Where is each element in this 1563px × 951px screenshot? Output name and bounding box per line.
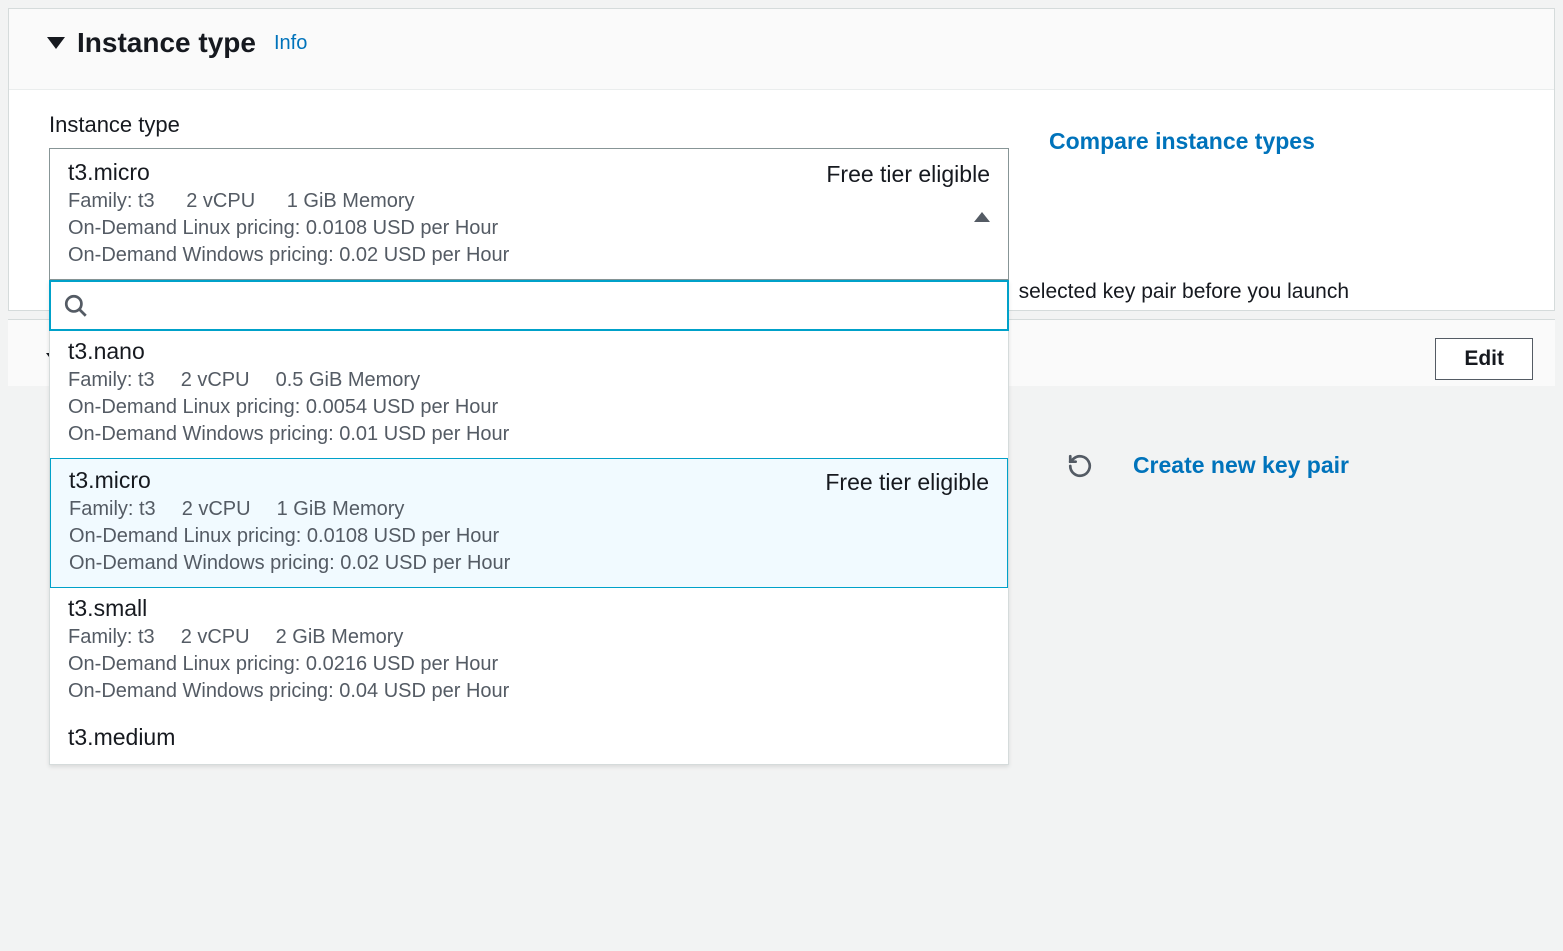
selected-right: Free tier eligible: [826, 159, 990, 222]
instance-type-header: Instance type Info: [9, 9, 1554, 90]
option-name: t3.nano: [68, 338, 990, 365]
selected-instance-summary: t3.micro Family: t3 2 vCPU 1 GiB Memory …: [68, 159, 826, 269]
instance-type-body: Instance type t3.micro Family: t3 2 vCPU…: [9, 90, 1554, 310]
keypair-hint-partial: selected key pair before you launch: [1019, 280, 1349, 304]
selected-memory: 1 GiB Memory: [287, 190, 415, 212]
section-title: Instance type: [77, 27, 256, 59]
keypair-actions: Create new key pair: [1067, 452, 1349, 479]
instance-type-field: Instance type t3.micro Family: t3 2 vCPU…: [49, 112, 1009, 280]
create-key-pair-link[interactable]: Create new key pair: [1133, 452, 1349, 479]
selected-pricing: On-Demand Linux pricing: 0.0108 USD per …: [68, 215, 826, 269]
instance-option-t3-micro[interactable]: t3.microFamily: t32 vCPU1 GiB MemoryOn-D…: [50, 458, 1008, 588]
instance-option-t3-medium[interactable]: t3.medium: [50, 716, 1008, 764]
dropdown-search-row: [49, 280, 1009, 331]
field-label: Instance type: [49, 112, 1009, 138]
chevron-up-icon: [974, 212, 990, 222]
option-details: Family: t32 vCPU2 GiB MemoryOn-Demand Li…: [68, 624, 990, 705]
instance-option-t3-small[interactable]: t3.smallFamily: t32 vCPU2 GiB MemoryOn-D…: [50, 587, 1008, 716]
edit-button[interactable]: Edit: [1435, 338, 1533, 380]
selected-linux-pricing: On-Demand Linux pricing: 0.0108 USD per …: [68, 215, 826, 242]
selected-instance-name: t3.micro: [68, 159, 826, 186]
instance-type-select[interactable]: t3.micro Family: t3 2 vCPU 1 GiB Memory …: [49, 148, 1009, 280]
free-tier-badge: Free tier eligible: [826, 161, 990, 188]
refresh-icon[interactable]: [1067, 453, 1093, 479]
dropdown-options-list: t3.nanoFamily: t32 vCPU0.5 GiB MemoryOn-…: [50, 330, 1008, 764]
option-free-tier-badge: Free tier eligible: [825, 467, 989, 496]
selected-family: Family: t3: [68, 190, 155, 212]
instance-type-dropdown: t3.nanoFamily: t32 vCPU0.5 GiB MemoryOn-…: [49, 280, 1009, 765]
option-details: Family: t32 vCPU0.5 GiB MemoryOn-Demand …: [68, 367, 990, 448]
dropdown-search-input[interactable]: [99, 288, 995, 323]
option-details: Family: t32 vCPU1 GiB MemoryOn-Demand Li…: [69, 496, 825, 577]
selected-vcpu: 2 vCPU: [186, 190, 255, 212]
instance-type-panel: Instance type Info Instance type t3.micr…: [8, 8, 1555, 311]
option-name: t3.micro: [69, 467, 825, 494]
selected-instance-specs: Family: t3 2 vCPU 1 GiB Memory: [68, 190, 826, 213]
selected-windows-pricing: On-Demand Windows pricing: 0.02 USD per …: [68, 242, 826, 269]
instance-option-t3-nano[interactable]: t3.nanoFamily: t32 vCPU0.5 GiB MemoryOn-…: [50, 330, 1008, 459]
compare-instance-types-link[interactable]: Compare instance types: [1049, 112, 1315, 155]
search-icon: [63, 293, 89, 319]
collapse-caret-icon[interactable]: [47, 37, 65, 49]
option-name: t3.medium: [68, 724, 990, 751]
info-link[interactable]: Info: [274, 32, 307, 55]
option-name: t3.small: [68, 595, 990, 622]
